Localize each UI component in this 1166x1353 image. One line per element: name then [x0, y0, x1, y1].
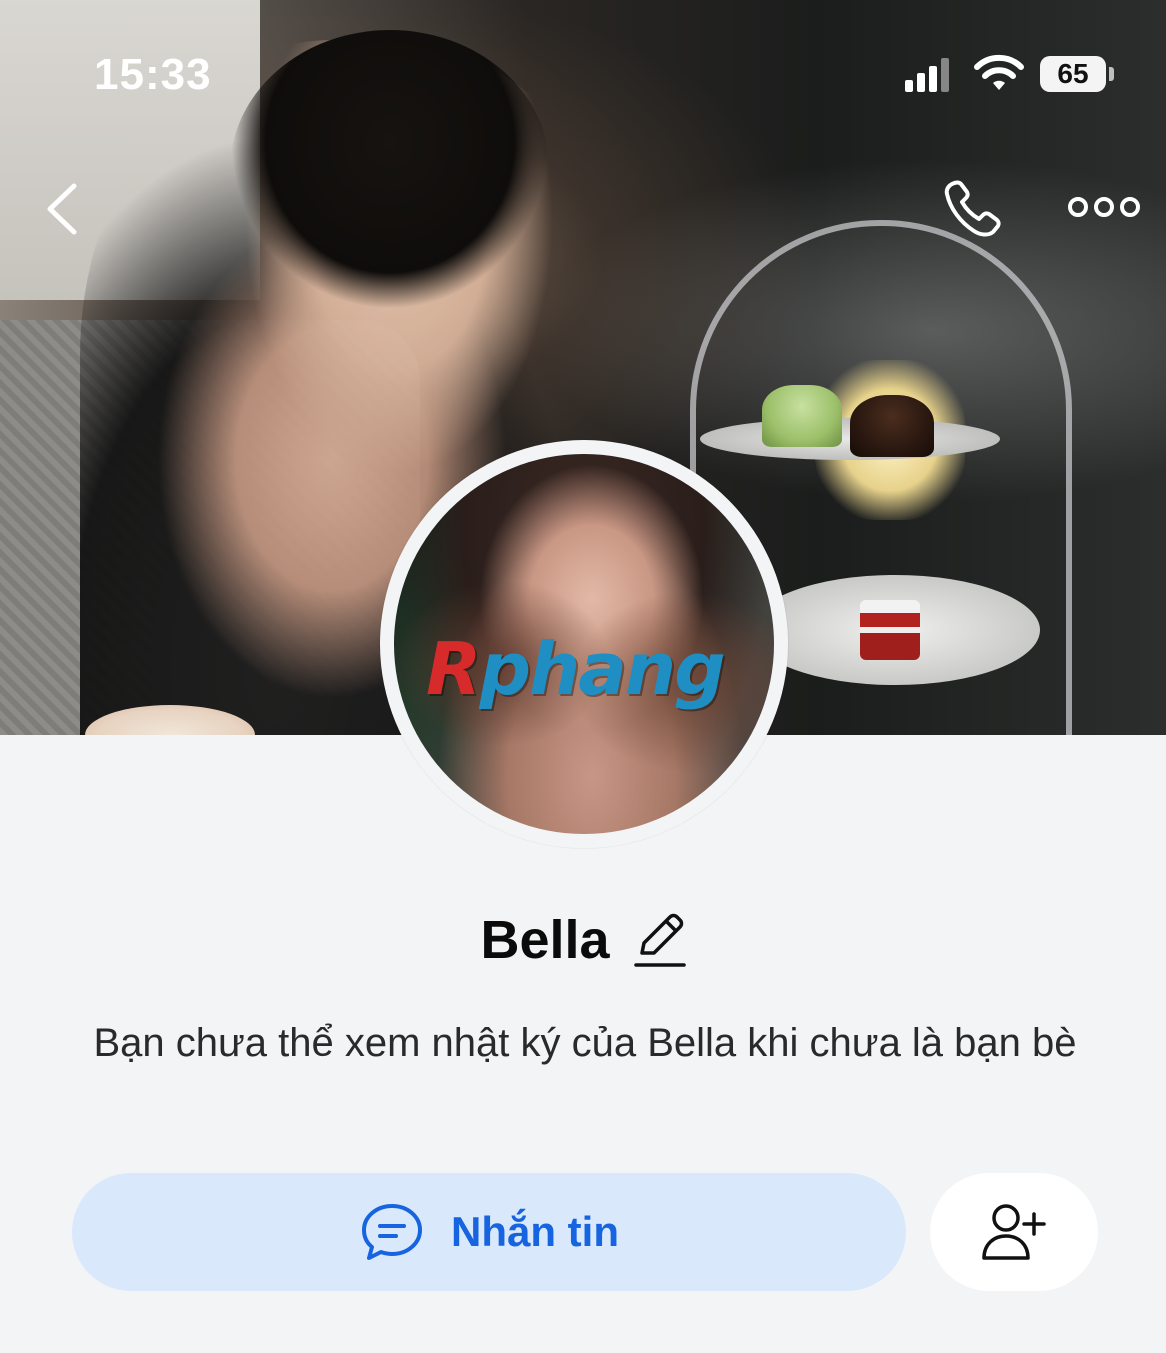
- cover-cake-green: [762, 385, 842, 447]
- chat-bubble-icon: [362, 1204, 422, 1260]
- cover-cake-red-velvet: [860, 600, 920, 660]
- wifi-icon: [974, 54, 1024, 90]
- profile-name-row: Bella: [0, 895, 1166, 985]
- battery-icon: 65: [1040, 56, 1106, 92]
- add-friend-button[interactable]: [930, 1173, 1098, 1291]
- pencil-icon[interactable]: [632, 909, 686, 971]
- status-time: 15:33: [94, 50, 212, 99]
- avatar-photo: Rphang: [394, 454, 774, 834]
- message-button[interactable]: Nhắn tin: [72, 1173, 906, 1291]
- profile-name: Bella: [480, 910, 610, 970]
- add-user-icon: [982, 1204, 1046, 1260]
- more-dots-icon[interactable]: [1066, 190, 1142, 224]
- signal-icon: [905, 58, 949, 92]
- watermark-first-letter: R: [426, 627, 481, 711]
- back-chevron-icon[interactable]: [36, 180, 90, 238]
- message-button-label: Nhắn tin: [451, 1208, 619, 1255]
- cover-cake-chocolate: [850, 395, 934, 457]
- avatar-watermark: Rphang: [426, 624, 746, 714]
- watermark-rest: phang: [479, 627, 725, 711]
- status-bar: 15:33 65: [0, 0, 1166, 110]
- battery-tip: [1109, 67, 1114, 81]
- privacy-notice: Bạn chưa thể xem nhật ký của Bella khi c…: [93, 1021, 1077, 1065]
- avatar[interactable]: Rphang: [380, 440, 788, 848]
- phone-icon[interactable]: [940, 176, 1006, 242]
